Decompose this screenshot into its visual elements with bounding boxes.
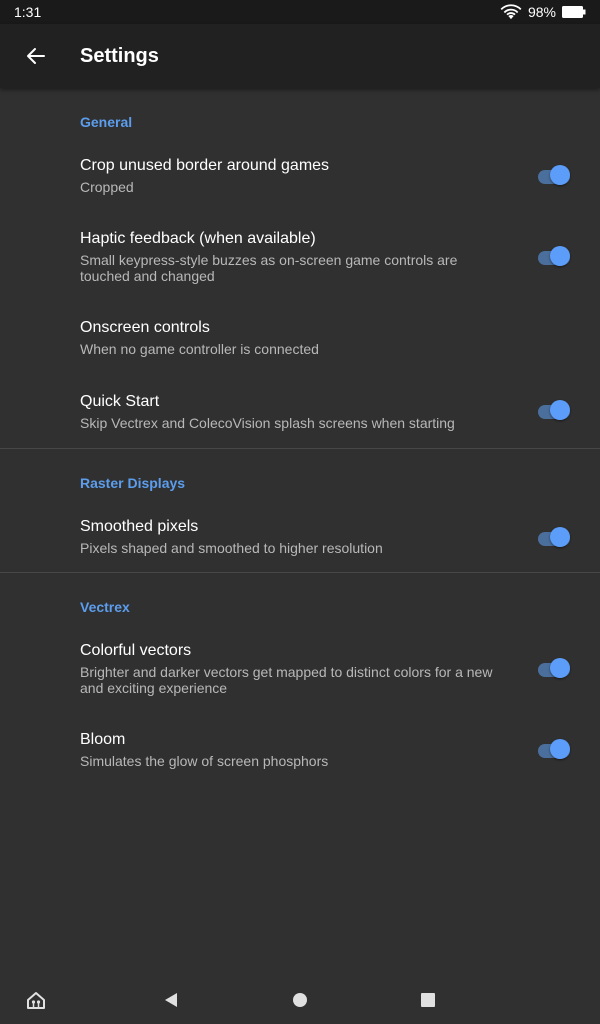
pref-smoothed-pixels[interactable]: Smoothed pixels Pixels shaped and smooth… bbox=[0, 505, 600, 572]
bloom-switch[interactable] bbox=[538, 739, 572, 763]
pref-onscreen-controls[interactable]: Onscreen controls When no game controlle… bbox=[0, 306, 600, 378]
status-bar: 1:31 98% bbox=[0, 0, 600, 24]
pref-summary: Brighter and darker vectors get mapped t… bbox=[80, 664, 493, 696]
battery-percent: 98% bbox=[527, 4, 556, 20]
crop-border-switch[interactable] bbox=[538, 165, 572, 189]
section-title: General bbox=[80, 114, 133, 130]
haptic-feedback-switch[interactable] bbox=[538, 246, 572, 270]
status-time: 1:31 bbox=[14, 4, 42, 20]
pref-quick-start[interactable]: Quick Start Skip Vectrex and ColecoVisio… bbox=[0, 378, 600, 448]
pref-title: Quick Start bbox=[80, 393, 160, 410]
pref-crop-border[interactable]: Crop unused border around games Cropped bbox=[0, 144, 600, 216]
section-title: Vectrex bbox=[80, 599, 130, 615]
pref-title: Crop unused border around games bbox=[80, 157, 330, 174]
switch-thumb bbox=[550, 246, 570, 266]
colorful-vectors-switch[interactable] bbox=[538, 658, 572, 682]
nav-recents-button[interactable] bbox=[416, 988, 440, 1012]
arrow-left-icon bbox=[27, 48, 45, 64]
home-circle-icon bbox=[293, 993, 307, 1007]
nav-home-button[interactable] bbox=[288, 988, 312, 1012]
section-header-raster-displays: Raster Displays bbox=[0, 449, 600, 505]
switch-thumb bbox=[550, 400, 570, 420]
pref-title: Bloom bbox=[80, 731, 126, 748]
system-nav-bar bbox=[0, 976, 600, 1024]
launcher-home-button[interactable] bbox=[24, 988, 48, 1012]
pref-bloom[interactable]: Bloom Simulates the glow of screen phosp… bbox=[0, 719, 600, 791]
home-icon bbox=[27, 992, 45, 1009]
pref-summary: Small keypress-style buzzes as on-screen… bbox=[80, 252, 458, 284]
switch-thumb bbox=[550, 527, 570, 547]
smoothed-pixels-switch[interactable] bbox=[538, 527, 572, 551]
pref-summary: Pixels shaped and smoothed to higher res… bbox=[80, 540, 383, 556]
app-bar: Settings bbox=[0, 24, 600, 88]
section-header-general: General bbox=[0, 88, 600, 144]
back-triangle-icon bbox=[165, 993, 177, 1007]
settings-list: General Crop unused border around games … bbox=[0, 88, 600, 791]
pref-summary: Simulates the glow of screen phosphors bbox=[80, 753, 329, 769]
back-button[interactable] bbox=[18, 38, 54, 74]
pref-title: Smoothed pixels bbox=[80, 518, 199, 535]
pref-summary: Skip Vectrex and ColecoVision splash scr… bbox=[80, 415, 455, 431]
switch-thumb bbox=[550, 165, 570, 185]
recents-square-icon bbox=[421, 993, 435, 1007]
pref-summary: Cropped bbox=[80, 179, 134, 195]
status-icons: 98% bbox=[500, 4, 586, 20]
page-title: Settings bbox=[80, 45, 159, 67]
nav-back-button[interactable] bbox=[159, 988, 183, 1012]
pref-colorful-vectors[interactable]: Colorful vectors Brighter and darker vec… bbox=[0, 629, 600, 719]
pref-title: Onscreen controls bbox=[80, 319, 210, 336]
section-title: Raster Displays bbox=[80, 475, 186, 491]
quick-start-switch[interactable] bbox=[538, 400, 572, 424]
battery-icon bbox=[562, 6, 586, 18]
pref-title: Colorful vectors bbox=[80, 642, 192, 659]
section-header-vectrex: Vectrex bbox=[0, 573, 600, 629]
switch-thumb bbox=[550, 658, 570, 678]
pref-title: Haptic feedback (when available) bbox=[80, 230, 316, 247]
pref-haptic-feedback[interactable]: Haptic feedback (when available) Small k… bbox=[0, 216, 600, 306]
pref-summary: When no game controller is connected bbox=[80, 341, 319, 357]
switch-thumb bbox=[550, 739, 570, 759]
wifi-icon bbox=[500, 4, 522, 20]
